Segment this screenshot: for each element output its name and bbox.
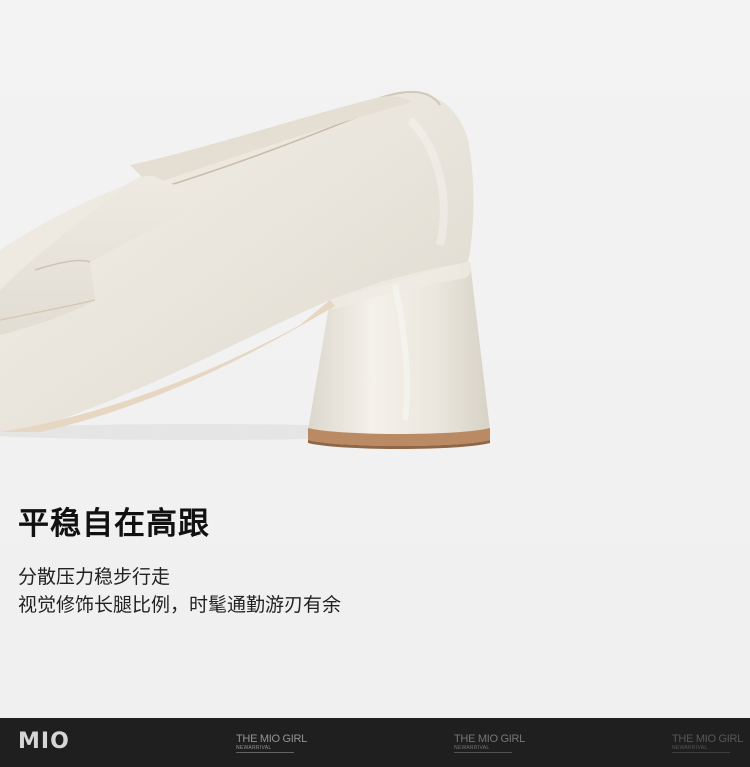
headline: 平稳自在高跟 [18, 506, 210, 542]
description: 分散压力稳步行走 视觉修饰长腿比例，时髦通勤游刃有余 [18, 563, 341, 619]
white-patent-loafer-heel-icon [0, 90, 490, 449]
tagline-main: THE MIO GIRL [236, 733, 307, 745]
tagline-sub: NEWARRIVAL [672, 745, 730, 753]
brand-logo: MIO [18, 729, 70, 754]
hero-section: 平稳自在高跟 分散压力稳步行走 视觉修饰长腿比例，时髦通勤游刃有余 [0, 0, 750, 718]
tagline-main: THE MIO GIRL [454, 733, 525, 745]
tagline-sub: NEWARRIVAL [454, 745, 512, 753]
tagline-1: THE MIO GIRL NEWARRIVAL [236, 734, 307, 753]
description-line-2: 视觉修饰长腿比例，时髦通勤游刃有余 [18, 594, 342, 616]
tagline-3: THE MIO GIRL NEWARRIVAL [672, 734, 743, 753]
footer-bar: MIO THE MIO GIRL NEWARRIVAL THE MIO GIRL… [0, 718, 750, 767]
description-line-1: 分散压力稳步行走 [18, 566, 171, 588]
tagline-2: THE MIO GIRL NEWARRIVAL [454, 734, 525, 753]
tagline-sub: NEWARRIVAL [236, 745, 294, 753]
tagline-main: THE MIO GIRL [672, 733, 743, 745]
